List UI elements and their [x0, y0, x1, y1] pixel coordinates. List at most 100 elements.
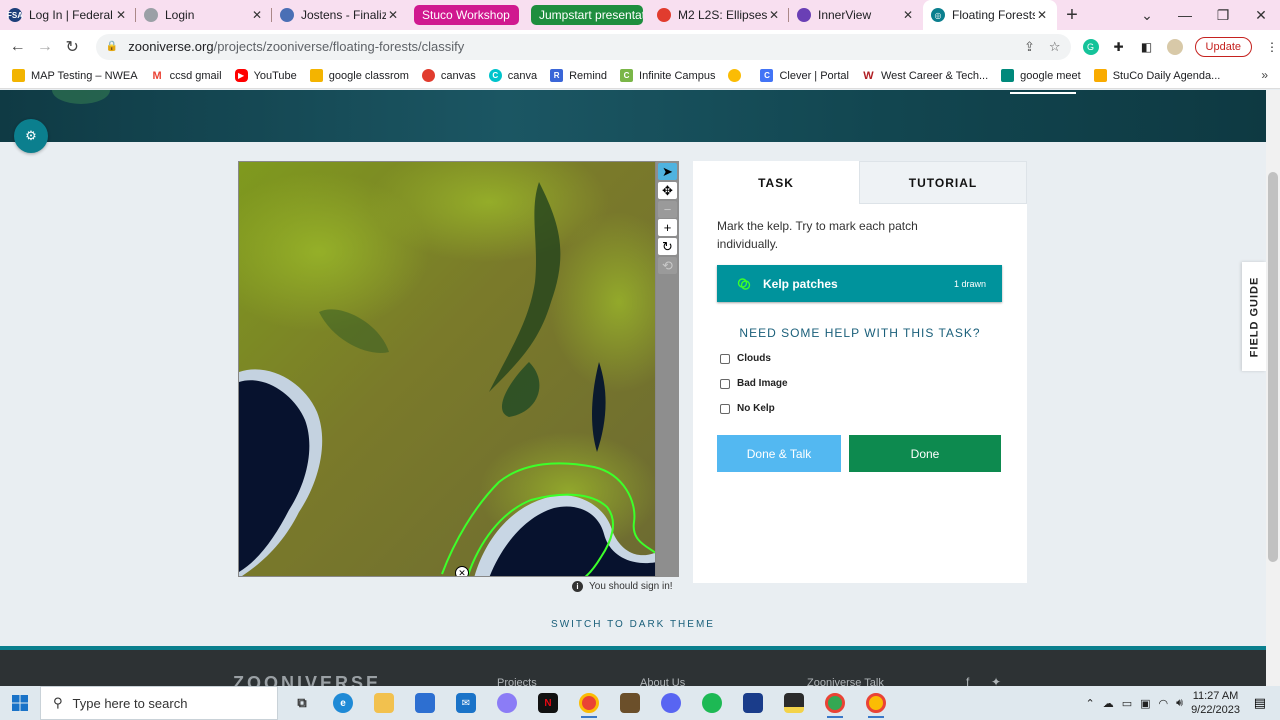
checkbox-box[interactable] [720, 378, 730, 389]
edge-icon[interactable]: e [329, 688, 357, 718]
update-button[interactable]: Update [1194, 36, 1253, 57]
browser-tab[interactable]: M2 L2S: Ellipses ✕ [649, 0, 789, 30]
scrollbar-thumb[interactable] [1268, 172, 1278, 562]
zoom-out-icon[interactable]: − [658, 201, 677, 218]
bookmark-item[interactable]: W West Career & Tech... [861, 69, 988, 82]
checkbox-box[interactable] [720, 403, 730, 414]
bookmark-item[interactable]: ▶ YouTube [234, 69, 297, 82]
security-shield-icon[interactable] [739, 688, 767, 718]
sign-in-note[interactable]: i You should sign in! [572, 581, 673, 592]
bookmark-item[interactable]: google classrom [309, 69, 409, 82]
bookmark-item[interactable]: MAP Testing – NWEA [12, 69, 138, 82]
subject-image[interactable]: ✕ [238, 161, 656, 577]
bookmark-item[interactable]: C Clever | Portal [760, 69, 849, 82]
battery-icon[interactable]: ▭ [1122, 697, 1132, 710]
browser-tab[interactable]: Login ✕ [136, 0, 272, 30]
windows-start-icon[interactable] [0, 695, 40, 711]
bookmark-item[interactable]: C Infinite Campus [620, 69, 715, 82]
zoom-in-icon[interactable]: + [658, 219, 677, 236]
browser-tab[interactable]: InnerView ✕ [789, 0, 923, 30]
close-tab-icon[interactable]: ✕ [1035, 8, 1049, 22]
file-explorer-icon[interactable] [370, 688, 398, 718]
done-button[interactable]: Done [849, 435, 1001, 472]
zooniverse-logo[interactable]: ZOONIVERSE [233, 673, 381, 686]
tab-group-stuco-workshop[interactable]: Stuco Workshop [414, 5, 519, 25]
bad-image-checkbox[interactable]: Bad Image [720, 378, 788, 389]
minimize-icon[interactable]: — [1166, 0, 1204, 30]
chrome-icon[interactable] [575, 688, 603, 718]
avatar[interactable] [1166, 38, 1183, 55]
bookmark-item[interactable]: google meet [1001, 69, 1081, 82]
tab-tutorial[interactable]: TUTORIAL [859, 161, 1027, 204]
bookmark-item[interactable]: canvas [421, 69, 476, 82]
footer-link-projects[interactable]: Projects [497, 677, 537, 686]
copilot-icon[interactable] [493, 688, 521, 718]
clock[interactable]: 11:27 AM 9/22/2023 [1191, 689, 1240, 717]
volume-icon[interactable]: 🔊︎ [1176, 697, 1183, 710]
switch-dark-theme-link[interactable]: SWITCH TO DARK THEME [0, 619, 1266, 630]
sticky-notes-icon[interactable] [780, 688, 808, 718]
onedrive-icon[interactable]: ☁ [1103, 697, 1114, 710]
browser-tab-active[interactable]: ◎ Floating Forests » ✕ [923, 0, 1057, 30]
tab-group-jumpstart[interactable]: Jumpstart presentatio [531, 5, 643, 25]
bookmark-item[interactable] [728, 69, 747, 82]
delete-mark-icon[interactable]: ✕ [455, 566, 469, 576]
store-icon[interactable] [411, 688, 439, 718]
share-icon[interactable]: ⇪ [1024, 39, 1035, 55]
notifications-icon[interactable]: ▤ [1254, 695, 1266, 711]
chrome-profile-icon[interactable] [862, 688, 890, 718]
chrome-profile-icon[interactable] [821, 688, 849, 718]
network-icon[interactable]: ◠ [1159, 697, 1169, 710]
field-guide-tab[interactable]: FIELD GUIDE [1242, 262, 1266, 371]
menu-icon[interactable]: ⋮ [1264, 39, 1280, 55]
mail-icon[interactable]: ✉ [452, 688, 480, 718]
pointer-icon[interactable]: ➤ [658, 163, 677, 180]
facebook-icon[interactable]: f [966, 675, 969, 686]
forward-icon[interactable]: → [31, 38, 58, 56]
chevron-down-icon[interactable]: ⌄ [1128, 0, 1166, 30]
close-tab-icon[interactable]: ✕ [901, 8, 915, 22]
discord-icon[interactable] [657, 688, 685, 718]
kelp-patches-tool-button[interactable]: Kelp patches 1 drawn [717, 265, 1002, 302]
minecraft-icon[interactable] [616, 688, 644, 718]
page-scrollbar[interactable] [1266, 90, 1280, 686]
bookmark-item[interactable]: R Remind [550, 69, 607, 82]
maximize-icon[interactable]: ❐ [1204, 0, 1242, 30]
close-window-icon[interactable]: ✕ [1242, 0, 1280, 30]
taskbar-search-input[interactable]: ⚲ Type here to search [40, 686, 278, 720]
close-tab-icon[interactable]: ✕ [250, 8, 264, 22]
accessibility-icon[interactable]: ⚙ [14, 119, 48, 153]
footer-link-about[interactable]: About Us [640, 677, 685, 686]
browser-tab[interactable]: Jostens - Finalize C ✕ [272, 0, 408, 30]
close-tab-icon[interactable]: ✕ [386, 8, 400, 22]
clouds-checkbox[interactable]: Clouds [720, 353, 771, 364]
url-input[interactable]: 🔒 zooniverse.org/projects/zooniverse/flo… [95, 33, 1071, 60]
help-link[interactable]: NEED SOME HELP WITH THIS TASK? [693, 326, 1027, 340]
move-icon[interactable]: ✥ [658, 182, 677, 199]
new-tab-button[interactable]: + [1057, 0, 1087, 30]
bookmark-item[interactable]: Mccsd gmail [150, 69, 222, 82]
bookmark-item[interactable]: StuCo Daily Agenda... [1093, 69, 1220, 82]
chevron-up-icon[interactable]: ⌃ [1085, 697, 1094, 710]
bookmark-item[interactable]: Ccanva [488, 69, 537, 82]
bookmarks-more-icon[interactable]: » [1261, 68, 1268, 82]
star-icon[interactable]: ☆ [1049, 39, 1061, 55]
close-tab-icon[interactable]: ✕ [114, 8, 128, 22]
task-view-icon[interactable]: ⧉ [288, 688, 316, 718]
twitter-icon[interactable]: ✦ [991, 675, 1001, 686]
reset-icon[interactable]: ⟲ [658, 257, 677, 274]
browser-tab[interactable]: FSA Log In | Federal Stu ✕ [0, 0, 136, 30]
puzzle-icon[interactable]: ✚ [1111, 39, 1127, 55]
reload-icon[interactable]: ↻ [59, 37, 86, 57]
done-and-talk-button[interactable]: Done & Talk [717, 435, 841, 472]
footer-link-talk[interactable]: Zooniverse Talk [807, 677, 884, 686]
netflix-icon[interactable]: N [534, 688, 562, 718]
back-icon[interactable]: ← [4, 38, 31, 56]
no-kelp-checkbox[interactable]: No Kelp [720, 403, 775, 414]
checkbox-box[interactable] [720, 353, 730, 364]
grammarly-icon[interactable]: G [1082, 38, 1099, 55]
rotate-icon[interactable]: ↻ [658, 238, 677, 255]
close-tab-icon[interactable]: ✕ [767, 8, 781, 22]
sidepanel-icon[interactable]: ◧ [1139, 39, 1155, 55]
spotify-icon[interactable] [698, 688, 726, 718]
